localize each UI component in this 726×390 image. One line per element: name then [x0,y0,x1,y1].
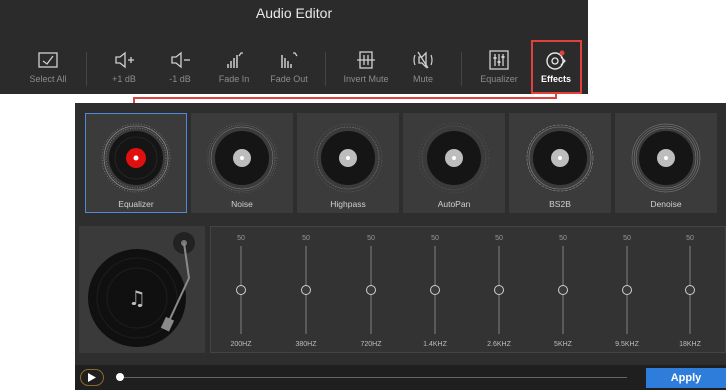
eq-band-frequency: 380HZ [295,341,317,348]
turntable-icon: ♫ [88,232,195,347]
eq-band-720hz[interactable]: 50 720HZ [351,227,391,354]
fade-in-label: Fade In [218,74,250,84]
toolbar-divider [461,52,462,86]
eq-band-frequency: 18KHZ [679,341,701,348]
effects-highlight-box [531,40,582,94]
play-button[interactable] [80,369,104,386]
eq-band-380hz[interactable]: 50 380HZ [286,227,326,354]
effects-panel: Equalizer Noise Highpass AutoPan BS2B De… [75,103,726,390]
volume-up-label: +1 dB [112,74,136,84]
preset-label: Equalizer [118,199,154,209]
select-all-label: Select All [29,74,67,84]
toolbar-divider [86,52,87,86]
eq-band-value: 50 [431,235,439,242]
equalizer-icon [489,50,509,70]
eq-band-value: 50 [367,235,375,242]
vinyl-record-icon [313,123,383,193]
eq-band-knob[interactable] [430,285,440,295]
eq-band-1-4khz[interactable]: 50 1.4KHZ [415,227,455,354]
eq-band-knob[interactable] [622,285,632,295]
preset-card-autopan[interactable]: AutoPan [403,113,505,213]
eq-band-frequency: 200HZ [230,341,252,348]
eq-band-5khz[interactable]: 50 5KHZ [543,227,583,354]
play-icon [88,373,96,382]
volume-up-button[interactable]: +1 dB [104,48,144,84]
vinyl-record-icon [526,124,594,192]
turntable-preview: ♫ [79,226,205,353]
volume-down-label: -1 dB [169,74,191,84]
eq-band-knob[interactable] [366,285,376,295]
eq-band-value: 50 [623,235,631,242]
preset-label: Noise [231,199,253,209]
eq-band-knob[interactable] [494,285,504,295]
vinyl-record-icon [206,122,278,194]
equalizer-sliders: 50 200HZ 50 380HZ 50 720HZ 50 1.4KHZ 50 [210,226,726,353]
equalizer-button[interactable]: Equalizer [476,48,522,84]
eq-band-frequency: 5KHZ [554,341,572,348]
audio-editor-toolbar-window: Audio Editor Select All +1 dB -1 dB Fade… [0,0,588,94]
eq-band-knob[interactable] [558,285,568,295]
vinyl-record-icon [418,122,490,194]
svg-text:♫: ♫ [128,286,146,310]
fade-out-button[interactable]: Fade Out [266,48,312,84]
eq-band-18khz[interactable]: 50 18KHZ [670,227,710,354]
preset-card-denoise[interactable]: Denoise [615,113,717,213]
eq-band-knob[interactable] [236,285,246,295]
progress-track[interactable] [119,377,627,378]
mute-label: Mute [412,74,433,84]
preset-card-noise[interactable]: Noise [191,113,293,213]
volume-down-button[interactable]: -1 dB [160,48,200,84]
equalizer-label: Equalizer [480,74,518,84]
eq-band-value: 50 [495,235,503,242]
fade-out-icon [281,52,298,68]
preset-card-bs2b[interactable]: BS2B [509,113,611,213]
preset-label: AutoPan [437,199,471,209]
invert-mute-icon [357,51,375,69]
fade-in-button[interactable]: Fade In [214,48,254,84]
volume-up-icon [115,51,134,69]
apply-button[interactable]: Apply [646,368,726,388]
preset-card-highpass[interactable]: Highpass [297,113,399,213]
eq-band-knob[interactable] [301,285,311,295]
preset-label: Denoise [650,199,682,209]
eq-band-value: 50 [237,235,245,242]
mute-icon [413,51,433,69]
eq-band-value: 50 [302,235,310,242]
eq-band-2-6khz[interactable]: 50 2.6KHZ [479,227,519,354]
preset-label: Highpass [330,199,366,209]
eq-band-knob[interactable] [685,285,695,295]
fade-in-icon [227,52,243,68]
vinyl-record-icon [101,123,171,193]
preset-label: BS2B [549,199,571,209]
select-all-icon [38,52,58,68]
eq-band-frequency: 9.5KHZ [615,341,639,348]
playback-bar: Apply [75,365,726,390]
volume-down-icon [171,51,190,69]
eq-band-value: 50 [559,235,567,242]
eq-band-9-5khz[interactable]: 50 9.5KHZ [607,227,647,354]
eq-band-frequency: 2.6KHZ [487,341,511,348]
preset-card-equalizer[interactable]: Equalizer [85,113,187,213]
fade-out-label: Fade Out [270,74,308,84]
eq-band-200hz[interactable]: 50 200HZ [221,227,261,354]
invert-mute-button[interactable]: Invert Mute [337,48,395,84]
eq-band-frequency: 720HZ [360,341,382,348]
select-all-button[interactable]: Select All [24,48,72,84]
eq-band-frequency: 1.4KHZ [423,341,447,348]
progress-thumb[interactable] [116,373,124,381]
mute-button[interactable]: Mute [405,48,441,84]
invert-mute-label: Invert Mute [343,74,389,84]
vinyl-record-icon [631,123,701,193]
toolbar-divider [325,52,326,86]
eq-band-value: 50 [686,235,694,242]
window-title: Audio Editor [255,5,333,21]
